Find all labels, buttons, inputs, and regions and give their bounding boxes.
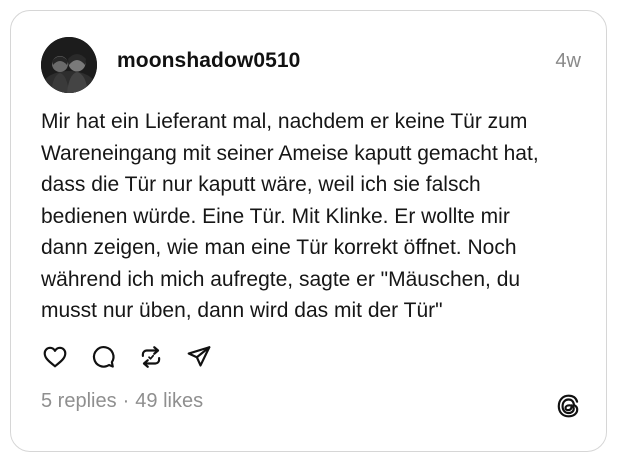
post-timestamp: 4w [555,50,581,72]
stats-separator: · [122,390,130,412]
action-bar [41,342,233,372]
post-card: moonshadow0510 4w Mir hat ein Lieferant … [10,10,607,452]
reply-button[interactable] [89,343,117,371]
comment-icon [92,346,115,368]
like-button[interactable] [41,343,69,371]
post-text: Mir hat ein Lieferant mal, nachdem er ke… [41,110,539,322]
share-button[interactable] [185,343,213,371]
repost-icon [141,346,161,368]
post-stats: 5 replies · 49 likes [41,390,203,413]
threads-logo-icon [555,393,581,419]
avatar[interactable] [41,37,97,93]
likes-count[interactable]: 49 likes [135,390,203,413]
avatar-photo [41,37,97,93]
heart-icon [43,346,67,368]
username[interactable]: moonshadow0510 [117,49,300,73]
replies-count[interactable]: 5 replies [41,390,117,413]
send-icon [187,346,211,367]
repost-button[interactable] [137,343,165,371]
